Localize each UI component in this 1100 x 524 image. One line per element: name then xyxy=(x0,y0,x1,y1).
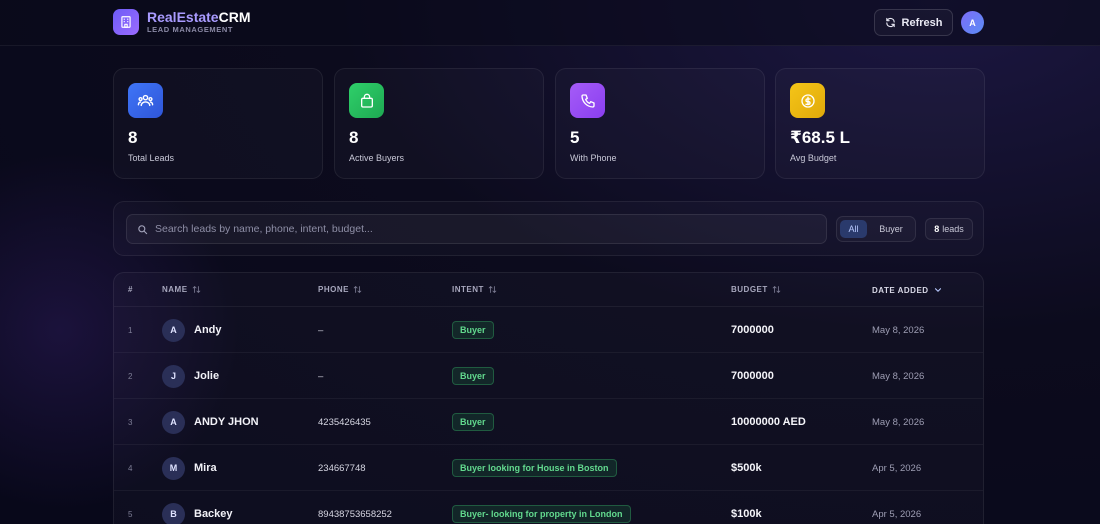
user-avatar[interactable]: A xyxy=(961,11,984,34)
lead-avatar: A xyxy=(162,318,185,342)
row-number: 3 xyxy=(128,417,133,427)
top-header: RealEstateCRM LEAD MANAGEMENT Refresh A xyxy=(0,0,1100,46)
chevron-down-icon xyxy=(934,288,941,292)
stat-value: 8 xyxy=(349,128,359,147)
lead-date-added: Apr 5, 2026 xyxy=(872,508,922,520)
lead-date-added: May 8, 2026 xyxy=(872,370,925,382)
column-header-phone[interactable]: PHONE xyxy=(318,285,362,294)
stat-value: ₹68.5 L xyxy=(790,128,851,147)
leads-count-value: 8 xyxy=(934,224,940,234)
stat-label: Active Buyers xyxy=(349,153,405,163)
refresh-icon xyxy=(885,17,895,28)
table-row[interactable]: 2 J Jolie – Buyer 7000000 May 8, 2026 xyxy=(114,353,983,399)
column-header-intent[interactable]: INTENT xyxy=(452,285,497,294)
table-row[interactable]: 4 M Mira 234667748 Buyer looking for Hou… xyxy=(114,445,983,491)
search-input[interactable] xyxy=(155,215,815,243)
sort-icon xyxy=(192,286,200,293)
refresh-button[interactable]: Refresh xyxy=(874,9,953,36)
intent-badge: Buyer- looking for property in London xyxy=(452,505,631,523)
leads-count-label: leads xyxy=(942,224,964,234)
brand-name: RealEstateCRM xyxy=(147,9,251,25)
stat-card-total-leads: 8 Total Leads xyxy=(113,68,323,179)
lead-date-added: May 8, 2026 xyxy=(872,324,925,336)
phone-icon xyxy=(570,83,605,118)
lead-name[interactable]: Jolie xyxy=(194,353,219,399)
sort-icon xyxy=(772,286,781,293)
stat-value: 8 xyxy=(128,128,138,147)
users-icon xyxy=(128,83,163,118)
lead-budget: 7000000 xyxy=(731,324,774,336)
lead-budget: 10000000 AED xyxy=(731,416,806,428)
intent-filter-toggle: All Buyer xyxy=(836,216,916,242)
shopping-bag-icon xyxy=(349,83,384,118)
row-number: 4 xyxy=(128,463,133,473)
search-icon xyxy=(138,225,148,235)
brand[interactable]: RealEstateCRM LEAD MANAGEMENT xyxy=(113,9,250,35)
lead-phone: 4235426435 xyxy=(318,416,371,428)
lead-avatar: J xyxy=(162,364,185,388)
search-box[interactable] xyxy=(126,214,827,244)
stat-card-with-phone: 5 With Phone xyxy=(555,68,765,179)
lead-name[interactable]: Andy xyxy=(194,307,222,353)
column-header-name[interactable]: NAME xyxy=(162,285,201,294)
lead-date-added: May 8, 2026 xyxy=(872,416,925,428)
stat-label: With Phone xyxy=(570,153,617,163)
column-header-date-added[interactable]: DATE ADDED xyxy=(872,285,943,295)
refresh-label: Refresh xyxy=(901,16,943,29)
stat-label: Total Leads xyxy=(128,153,175,163)
lead-name[interactable]: Mira xyxy=(194,445,217,491)
column-header-number: # xyxy=(128,285,133,294)
row-number: 2 xyxy=(128,371,133,381)
table-row[interactable]: 3 A ANDY JHON 4235426435 Buyer 10000000 … xyxy=(114,399,983,445)
lead-avatar: M xyxy=(162,456,185,480)
lead-date-added: Apr 5, 2026 xyxy=(872,462,922,474)
lead-avatar: A xyxy=(162,410,185,434)
leads-count-badge: 8 leads xyxy=(925,218,973,240)
stat-card-avg-budget: ₹68.5 L Avg Budget xyxy=(775,68,985,179)
coin-icon xyxy=(790,83,825,118)
filter-buyer-button[interactable]: Buyer xyxy=(871,220,911,238)
table-row[interactable]: 1 A Andy – Buyer 7000000 May 8, 2026 xyxy=(114,307,983,353)
lead-phone: – xyxy=(318,324,324,336)
lead-budget: $500k xyxy=(731,462,762,474)
lead-phone: – xyxy=(318,370,324,382)
column-header-budget[interactable]: BUDGET xyxy=(731,285,781,294)
row-number: 5 xyxy=(128,509,133,519)
stat-value: 5 xyxy=(570,128,580,147)
stat-card-active-buyers: 8 Active Buyers xyxy=(334,68,544,179)
brand-subtitle: LEAD MANAGEMENT xyxy=(147,25,234,34)
intent-badge: Buyer looking for House in Boston xyxy=(452,459,617,477)
lead-budget: $100k xyxy=(731,508,762,520)
filter-all-button[interactable]: All xyxy=(840,220,867,238)
lead-phone: 234667748 xyxy=(318,462,366,474)
lead-avatar: B xyxy=(162,502,185,524)
lead-name[interactable]: Backey xyxy=(194,491,233,524)
lead-budget: 7000000 xyxy=(731,370,774,382)
filter-panel: All Buyer 8 leads xyxy=(113,201,984,256)
intent-badge: Buyer xyxy=(452,367,494,385)
stat-label: Avg Budget xyxy=(790,153,837,163)
intent-badge: Buyer xyxy=(452,413,494,431)
sort-icon xyxy=(488,286,497,293)
building-icon xyxy=(113,9,139,35)
leads-table: # NAME PHONE INTENT BUDGET DATE ADDED 1 … xyxy=(113,272,984,524)
lead-name[interactable]: ANDY JHON xyxy=(194,399,259,445)
row-number: 1 xyxy=(128,325,133,335)
lead-phone: 89438753658252 xyxy=(318,508,392,520)
table-row[interactable]: 5 B Backey 89438753658252 Buyer- looking… xyxy=(114,491,983,524)
sort-icon xyxy=(353,286,362,293)
intent-badge: Buyer xyxy=(452,321,494,339)
